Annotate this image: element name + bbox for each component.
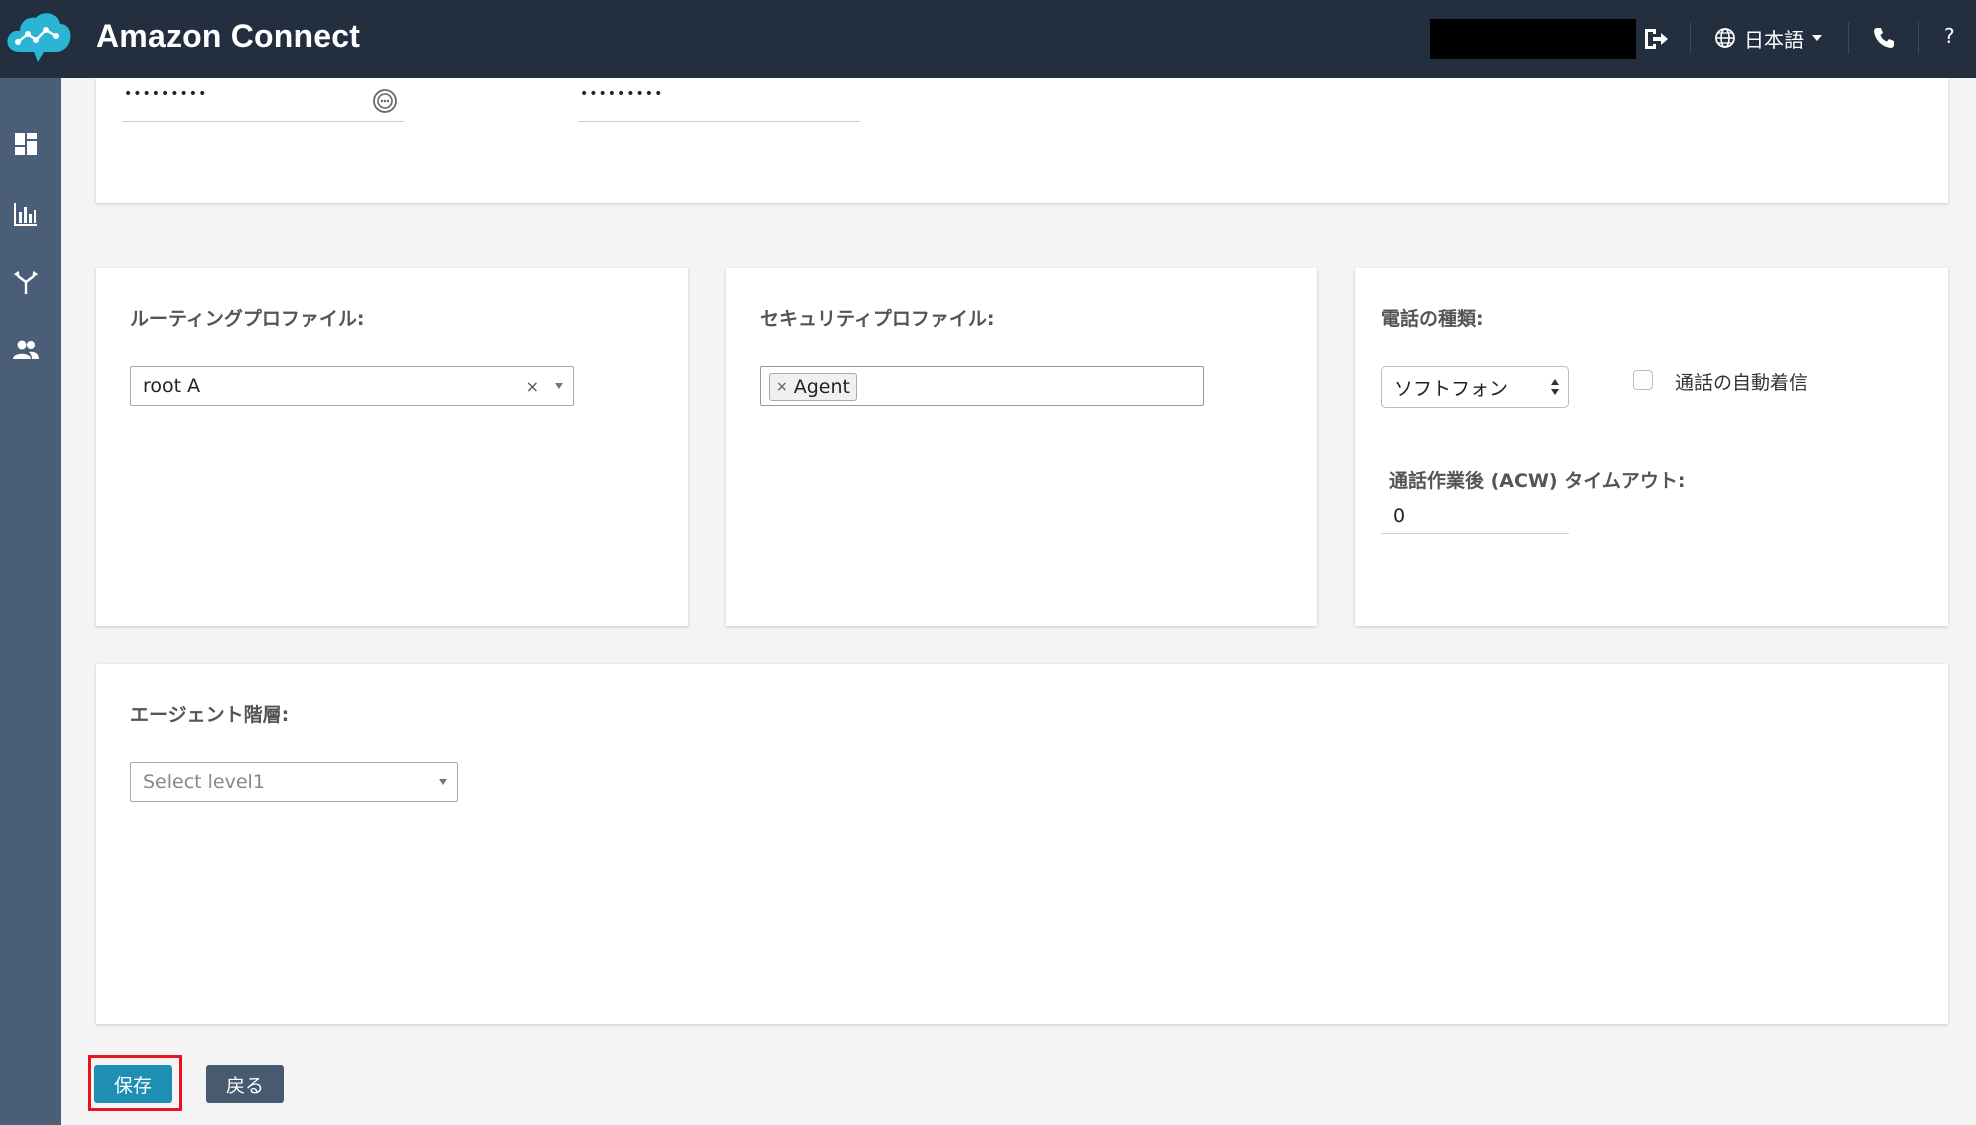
security-profile-tag-label: Agent (793, 376, 850, 398)
security-profile-multiselect[interactable]: × Agent (760, 366, 1204, 406)
logout-icon[interactable] (1642, 26, 1670, 52)
acw-timeout-input[interactable]: 0 (1381, 498, 1569, 534)
auto-accept-label: 通話の自動着信 (1675, 372, 1809, 394)
security-profile-card: セキュリティプロファイル: × Agent (726, 268, 1317, 626)
language-selector[interactable]: 日本語 (1714, 22, 1822, 54)
header-divider (1918, 22, 1919, 54)
dashboard-icon[interactable] (12, 130, 40, 158)
password-input[interactable]: ••••••••• (122, 86, 404, 122)
app-title: Amazon Connect (96, 18, 361, 54)
password-confirm-input[interactable]: ••••••••• (578, 86, 860, 122)
phone-icon[interactable] (1872, 26, 1896, 50)
clear-icon[interactable]: × (526, 377, 539, 396)
header-divider (1690, 22, 1691, 54)
routing-icon[interactable] (12, 268, 40, 296)
globe-icon (1715, 28, 1735, 48)
help-button[interactable]: ? (1944, 24, 1955, 48)
hierarchy-level1-select[interactable]: Select level1 (130, 762, 458, 802)
security-profile-label: セキュリティプロファイル: (760, 308, 995, 330)
phone-type-value: ソフトフォン (1394, 377, 1509, 400)
acw-timeout-label: 通話作業後 (ACW) タイムアウト: (1389, 470, 1686, 492)
phone-type-select[interactable]: ソフトフォン (1381, 366, 1569, 408)
agent-hierarchy-label: エージェント階層: (130, 704, 290, 726)
phone-settings-card: 電話の種類: ソフトフォン 通話の自動着信 通話作業後 (ACW) タイムアウト… (1355, 268, 1948, 626)
chevron-down-icon (555, 383, 563, 389)
auto-accept-checkbox[interactable] (1633, 370, 1653, 390)
routing-profile-card: ルーティングプロファイル: root A × (96, 268, 688, 626)
cloud-logo-icon (7, 13, 71, 62)
remove-tag-icon[interactable]: × (776, 379, 788, 395)
users-icon[interactable] (12, 336, 40, 364)
header-divider (1848, 22, 1849, 54)
language-label: 日本語 (1744, 27, 1804, 52)
sidebar (0, 78, 61, 1125)
chevron-down-icon (1812, 35, 1822, 41)
up-down-arrows-icon (1551, 379, 1559, 395)
routing-profile-select[interactable]: root A × (130, 366, 574, 406)
credentials-card: ••••••••• ••••••••• (96, 78, 1948, 203)
routing-profile-label: ルーティングプロファイル: (130, 308, 365, 330)
agent-hierarchy-card: エージェント階層: Select level1 (96, 664, 1948, 1024)
routing-profile-value: root A (143, 375, 201, 397)
chevron-down-icon (439, 779, 447, 785)
phone-type-label: 電話の種類: (1381, 308, 1484, 330)
password-visibility-icon[interactable] (372, 88, 398, 114)
top-header: Amazon Connect 日本語 ? (0, 0, 1976, 78)
security-profile-tag: × Agent (769, 373, 857, 401)
hierarchy-level1-placeholder: Select level1 (143, 771, 265, 793)
metrics-icon[interactable] (12, 200, 40, 228)
redacted-username (1430, 19, 1636, 59)
back-button[interactable]: 戻る (206, 1065, 284, 1103)
save-button[interactable]: 保存 (94, 1065, 172, 1103)
